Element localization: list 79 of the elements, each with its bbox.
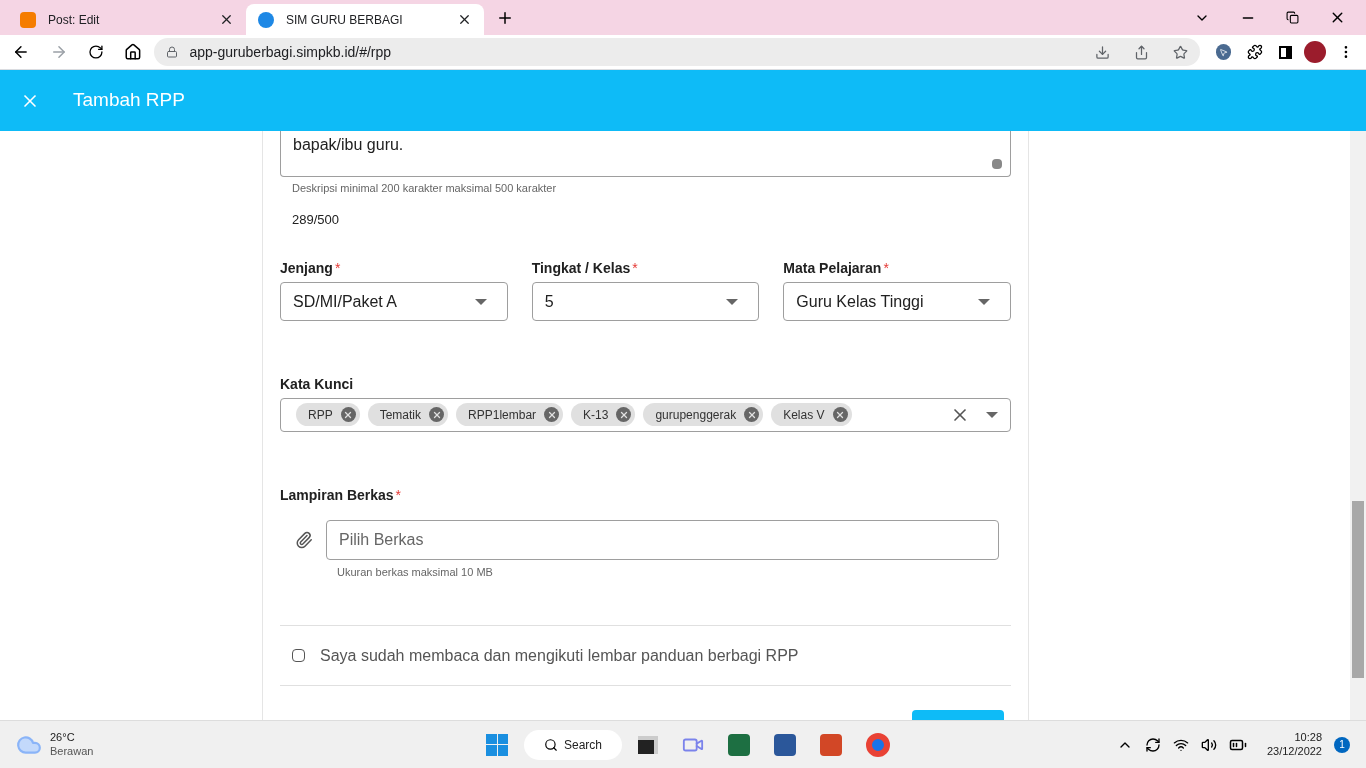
- search-icon: [544, 737, 558, 752]
- temperature-text: 26°C: [50, 730, 76, 745]
- new-tab-icon[interactable]: [496, 9, 514, 27]
- helper-text: Deskripsi minimal 200 karakter maksimal 500 karakter: [292, 181, 558, 197]
- remove-icon[interactable]: [616, 407, 632, 423]
- field-label: Tingkat / Kelas: [531, 259, 631, 279]
- field-label: Lampiran Berkas: [280, 485, 394, 505]
- resize-handle-icon[interactable]: [992, 159, 1002, 170]
- checkbox-label: Saya sudah membaca dan mengikuti lembar panduan berbagi RPP: [320, 645, 799, 666]
- blog-icon: [20, 11, 36, 28]
- restore-icon[interactable]: [1286, 11, 1299, 24]
- remove-icon[interactable]: [744, 407, 760, 423]
- keyword-chip[interactable]: Tematik: [367, 403, 449, 427]
- notification-badge[interactable]: 1: [1334, 736, 1350, 753]
- avatar-icon[interactable]: [1304, 41, 1327, 63]
- close-icon[interactable]: [219, 12, 234, 27]
- star-icon[interactable]: [1172, 44, 1188, 60]
- select-field[interactable]: 5: [531, 282, 760, 322]
- spreadsheet-app-icon[interactable]: [728, 733, 750, 756]
- reload-icon[interactable]: [87, 44, 104, 60]
- checkbox[interactable]: [292, 649, 305, 662]
- keyword-chip[interactable]: RPP1lembar: [456, 403, 564, 427]
- field-label: Kata Kunci: [280, 375, 355, 395]
- remove-icon[interactable]: [544, 407, 560, 423]
- back-icon[interactable]: [12, 43, 30, 61]
- select-field[interactable]: Guru Kelas Tinggi: [783, 282, 1011, 322]
- dropdown-caret-icon: [986, 411, 998, 418]
- remove-icon[interactable]: [429, 407, 445, 423]
- taskbar-search[interactable]: Search: [524, 729, 622, 760]
- url-text: app-guruberbagi.simpkb.id/#/rpp: [189, 42, 393, 62]
- helper-text: Ukuran berkas maksimal 10 MB: [337, 564, 494, 580]
- side-panel-icon[interactable]: [1279, 45, 1293, 59]
- keyword-chip[interactable]: RPP: [296, 403, 360, 427]
- lock-icon: [165, 46, 178, 58]
- browser-tab[interactable]: SIM GURU BERBAGI: [246, 4, 484, 35]
- tab-title: Post: Edit: [48, 11, 101, 29]
- logo-icon: [258, 11, 274, 28]
- character-counter: 289/500: [292, 210, 340, 229]
- extensions-icon[interactable]: [1247, 44, 1264, 60]
- address-bar[interactable]: app-guruberbagi.simpkb.id/#/rpp: [153, 38, 1200, 66]
- required-asterisk: *: [395, 485, 402, 505]
- home-icon[interactable]: [123, 43, 142, 61]
- dropdown-caret-icon: [726, 298, 739, 305]
- remove-icon[interactable]: [832, 407, 848, 423]
- presentation-app-icon[interactable]: [820, 733, 842, 756]
- keyword-chip[interactable]: K-13: [571, 403, 636, 427]
- share-icon[interactable]: [1133, 44, 1149, 60]
- page-title: Tambah RPP: [73, 88, 185, 113]
- scrollbar[interactable]: [1350, 131, 1366, 720]
- windows-icon[interactable]: [486, 733, 508, 756]
- extension-icon[interactable]: [1215, 44, 1232, 60]
- browser-tab[interactable]: Post: Edit: [8, 4, 246, 35]
- volume-icon[interactable]: [1200, 736, 1217, 753]
- description-textarea[interactable]: bapak/ibu guru.: [280, 131, 1011, 178]
- required-asterisk: *: [334, 259, 341, 279]
- close-icon[interactable]: [457, 12, 472, 27]
- field-label: Mata Pelajaran: [783, 259, 882, 279]
- weather-text: Berawan: [50, 744, 94, 759]
- select-field[interactable]: SD/MI/Paket A: [280, 282, 508, 322]
- clock-time: 10:28: [1294, 730, 1322, 745]
- download-icon[interactable]: [1094, 44, 1110, 60]
- textarea-value: bapak/ibu guru.: [293, 136, 404, 153]
- tab-title: SIM GURU BERBAGI: [286, 11, 404, 29]
- remove-icon[interactable]: [340, 407, 356, 423]
- required-asterisk: *: [632, 259, 638, 279]
- task-view-icon[interactable]: [638, 735, 658, 754]
- sync-icon[interactable]: [1144, 736, 1161, 753]
- dropdown-caret-icon: [474, 298, 487, 305]
- browser-app-icon[interactable]: [866, 732, 890, 757]
- keyword-field[interactable]: RPP Tematik RPP1lembar K-13 gurupenggerak Kelas V: [280, 398, 1011, 432]
- dropdown-caret-icon: [978, 298, 990, 305]
- clock-date: 23/12/2022: [1266, 744, 1322, 759]
- file-input[interactable]: Pilih Berkas: [326, 519, 999, 560]
- required-asterisk: *: [883, 259, 889, 279]
- paperclip-icon: [295, 530, 313, 549]
- document-app-icon[interactable]: [774, 733, 796, 756]
- keyword-chip[interactable]: gurupenggerak: [643, 403, 764, 427]
- keyword-chip[interactable]: Kelas V: [771, 403, 852, 427]
- field-label: Jenjang: [280, 259, 333, 279]
